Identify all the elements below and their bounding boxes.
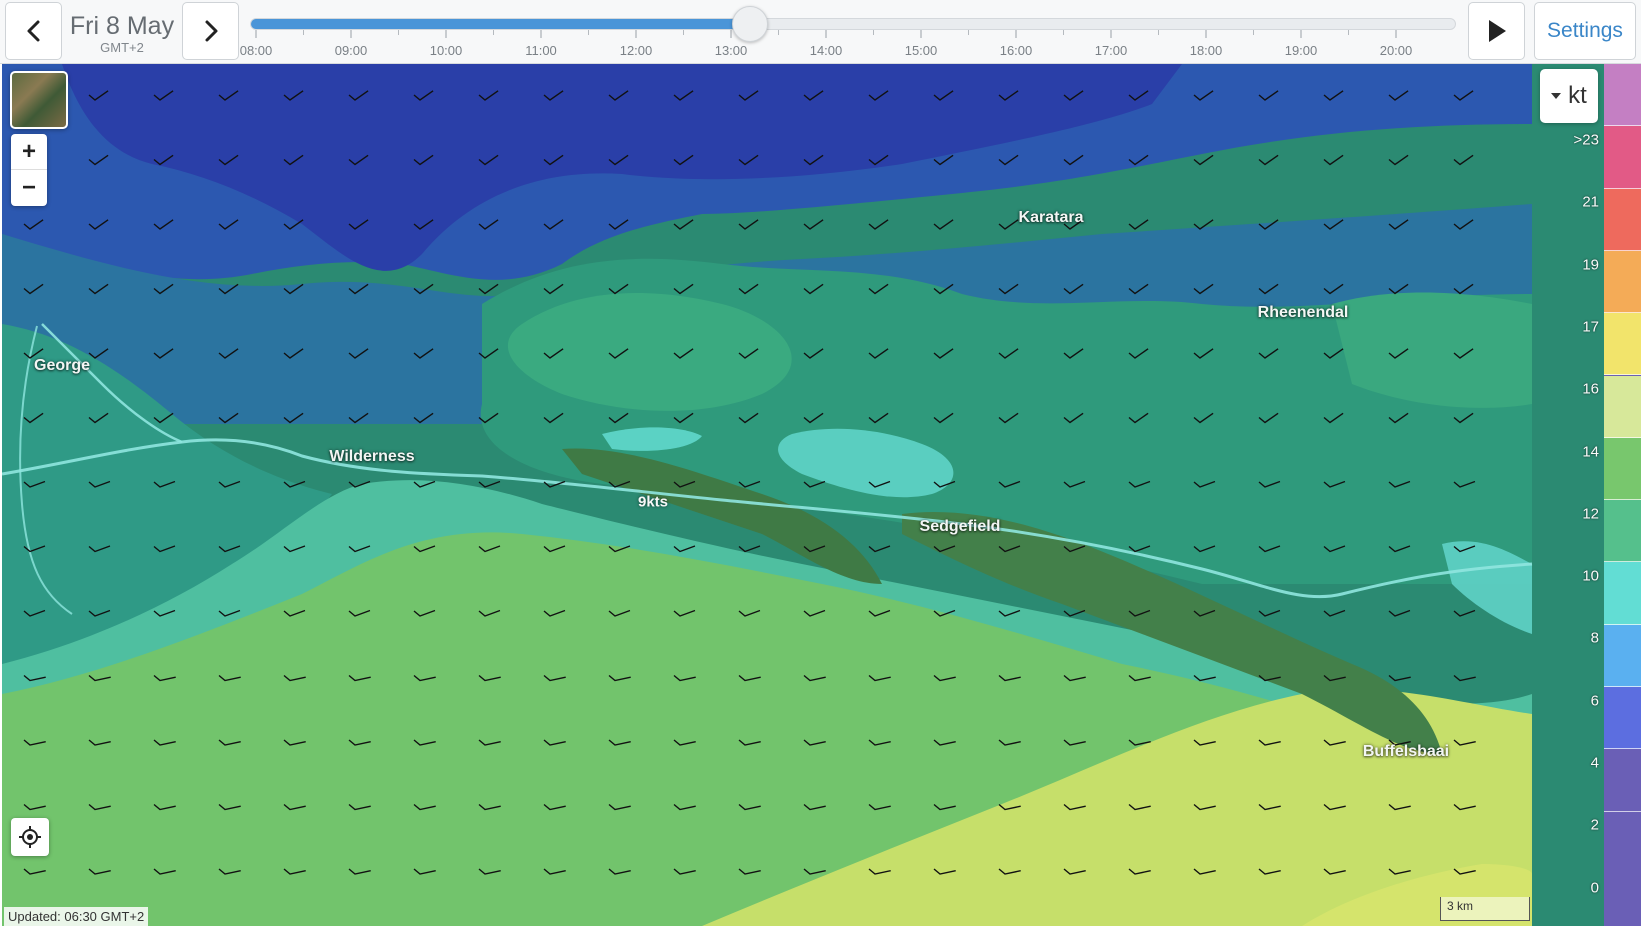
wind-heatmap xyxy=(2,64,1604,926)
place-label-george: George xyxy=(33,357,91,374)
zoom-in-button[interactable]: + xyxy=(11,134,47,170)
zoom-out-button[interactable]: − xyxy=(11,170,47,206)
legend-tick-label: 12 xyxy=(1582,505,1599,523)
wind-speed-label: 9kts xyxy=(637,493,669,511)
legend-tick-label: 8 xyxy=(1590,629,1599,647)
legend-color-band xyxy=(1604,126,1641,189)
locate-button[interactable] xyxy=(11,818,49,856)
legend-tick-label: 14 xyxy=(1582,443,1599,460)
updated-timestamp: Updated: 06:30 GMT+2 xyxy=(4,907,149,926)
scale-label: 3 km xyxy=(1447,899,1474,913)
wind-forecast-app: Fri 8 May GMT+2 08:00 09:00 10:00 11:00 12:0… xyxy=(0,0,1641,926)
date-display: Fri 8 May GMT+2 xyxy=(66,12,178,55)
legend-tick-label: 16 xyxy=(1582,380,1599,398)
place-label-sedgefield: Sedgefield xyxy=(919,518,1001,535)
play-button[interactable] xyxy=(1468,2,1525,60)
hour-label: 12:00 xyxy=(619,43,653,58)
legend-tick-label: 17 xyxy=(1582,318,1599,336)
legend-tick-labels: >23 21 19 17 16 14 12 10 8 6 4 2 0 xyxy=(1545,64,1603,926)
legend-color-band xyxy=(1604,250,1641,314)
legend-tick-label: 4 xyxy=(1590,754,1599,772)
wind-speed-legend xyxy=(1604,64,1641,926)
legend-color-band xyxy=(1604,749,1641,812)
hour-label: 18:00 xyxy=(1189,43,1223,58)
hour-label: 13:00 xyxy=(714,43,748,58)
next-day-button[interactable] xyxy=(182,2,239,60)
hour-label: 16:00 xyxy=(999,43,1033,58)
legend-color-band xyxy=(1604,687,1641,750)
legend-tick-label: 6 xyxy=(1590,692,1599,710)
previous-day-button[interactable] xyxy=(5,2,62,60)
legend-color-band xyxy=(1604,624,1641,687)
time-slider-progress xyxy=(251,19,751,29)
scale-bar: 3 km xyxy=(1440,897,1530,921)
legend-tick-label: 19 xyxy=(1582,256,1599,274)
hour-label: 17:00 xyxy=(1094,43,1128,58)
date-label: Fri 8 May xyxy=(69,12,175,40)
chevron-left-icon xyxy=(27,20,39,42)
legend-tick-label: 21 xyxy=(1582,193,1599,211)
place-label-rheenendal: Rheenendal xyxy=(1257,304,1349,321)
chevron-right-icon xyxy=(205,20,217,42)
legend-tick-label: >23 xyxy=(1573,131,1599,149)
hour-label: 14:00 xyxy=(809,43,843,58)
hour-label: 10:00 xyxy=(429,43,463,58)
satellite-layer-toggle[interactable] xyxy=(10,71,68,129)
hour-label: 15:00 xyxy=(904,43,938,58)
zoom-control: + − xyxy=(11,134,47,206)
legend-tick-label: 2 xyxy=(1590,816,1599,834)
hour-label: 20:00 xyxy=(1379,43,1413,58)
timezone-label: GMT+2 xyxy=(100,40,144,55)
crosshair-icon xyxy=(19,826,41,848)
legend-color-band xyxy=(1604,500,1641,563)
time-slider-track[interactable] xyxy=(250,18,1456,30)
legend-tick-label: 0 xyxy=(1590,879,1599,897)
legend-tick-label: 10 xyxy=(1582,567,1599,585)
place-label-buffelsbaai: Buffelsbaai xyxy=(1362,743,1450,760)
play-icon xyxy=(1488,20,1506,42)
legend-color-band xyxy=(1604,188,1641,251)
legend-color-band xyxy=(1604,562,1641,625)
wind-map[interactable]: George Wilderness Karatara Rheenendal Sedgef… xyxy=(2,64,1604,926)
legend-color-band xyxy=(1604,313,1641,376)
hour-label: 19:00 xyxy=(1284,43,1318,58)
toolbar: Fri 8 May GMT+2 08:00 09:00 10:00 11:00 12:0… xyxy=(0,0,1641,64)
place-label-karatara: Karatara xyxy=(1018,209,1084,226)
legend-color-band xyxy=(1604,64,1641,127)
hour-label: 11:00 xyxy=(525,43,557,58)
time-slider[interactable]: 08:00 09:00 10:00 11:00 12:00 13:00 14:00 15:00… xyxy=(240,0,1466,64)
time-slider-handle[interactable] xyxy=(731,6,768,42)
time-ticks xyxy=(255,30,1397,38)
hour-label: 08:00 xyxy=(239,43,273,58)
legend-color-band xyxy=(1604,437,1641,501)
hour-label: 09:00 xyxy=(334,43,368,58)
place-label-wilderness: Wilderness xyxy=(329,448,415,465)
settings-button[interactable]: Settings xyxy=(1534,2,1636,60)
legend-color-band xyxy=(1604,375,1641,438)
